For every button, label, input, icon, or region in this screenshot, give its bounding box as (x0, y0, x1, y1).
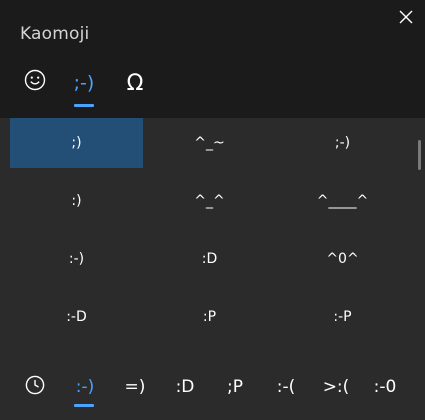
kaomoji-cell[interactable]: :P (143, 292, 276, 342)
kaomoji-cell[interactable]: ^_~ (143, 118, 276, 168)
kaomoji-cell[interactable]: ;) (10, 118, 143, 168)
grid-row: :-D :P :-P (10, 292, 410, 342)
kaomoji-cell[interactable]: ;P (10, 350, 143, 362)
kaomoji-cell[interactable]: :D (143, 234, 276, 284)
scrollbar-thumb[interactable] (418, 140, 421, 170)
kaomoji-cell[interactable]: ^____^ (276, 176, 409, 226)
footer-recent-button[interactable] (22, 368, 48, 406)
footer-tab-1[interactable]: :-) (70, 368, 100, 406)
kaomoji-cell[interactable]: :( (143, 350, 276, 362)
kaomoji-cell[interactable]: :-) (10, 234, 143, 284)
kaomoji-cell[interactable]: :-D (10, 292, 143, 342)
kaomoji-cell[interactable]: ^0^ (276, 234, 409, 284)
kaomoji-cell[interactable]: ;-) (276, 118, 409, 168)
header: Kaomoji ;-) Ω (0, 0, 425, 118)
kaomoji-grid-area: ;) ^_~ ;-) :) ^_^ ^____^ :-) :D ^0^ :-D … (0, 118, 425, 362)
grid-row: ;) ^_~ ;-) (10, 118, 410, 168)
footer-tab-7[interactable]: :-0 (367, 368, 403, 406)
clock-icon (25, 375, 45, 400)
kaomoji-grid: ;) ^_~ ;-) :) ^_^ ^____^ :-) :D ^0^ :-D … (10, 118, 410, 362)
footer-active-indicator (74, 404, 94, 407)
tab-active-indicator (74, 104, 94, 107)
tab-symbols[interactable]: Ω (115, 60, 155, 106)
category-tabs: ;-) Ω (0, 60, 200, 110)
grid-row: :-) :D ^0^ (10, 234, 410, 284)
smiley-icon (24, 69, 46, 97)
omega-icon: Ω (126, 70, 144, 96)
kaomoji-cell[interactable]: :-( (276, 350, 409, 362)
kaomoji-cell[interactable]: ^_^ (143, 176, 276, 226)
footer-tab-6[interactable]: >:( (318, 368, 354, 406)
window-title: Kaomoji (20, 24, 90, 44)
tab-kaomoji[interactable]: ;-) (64, 60, 104, 106)
tab-emoji[interactable] (15, 60, 55, 106)
footer-tab-5[interactable]: :-( (268, 368, 304, 406)
tab-kaomoji-label: ;-) (73, 72, 95, 94)
footer-category-bar: :-) =) :D ;P :-( >:( :-0 (0, 362, 425, 420)
kaomoji-cell[interactable]: :) (10, 176, 143, 226)
grid-row: :) ^_^ ^____^ (10, 176, 410, 226)
kaomoji-cell[interactable]: :-P (276, 292, 409, 342)
footer-tab-4[interactable]: ;P (220, 368, 250, 406)
footer-tab-3[interactable]: :D (170, 368, 200, 406)
grid-row: ;P :( :-( (10, 350, 410, 362)
close-icon (399, 9, 413, 28)
close-button[interactable] (395, 7, 417, 29)
footer-tab-2[interactable]: =) (120, 368, 150, 406)
